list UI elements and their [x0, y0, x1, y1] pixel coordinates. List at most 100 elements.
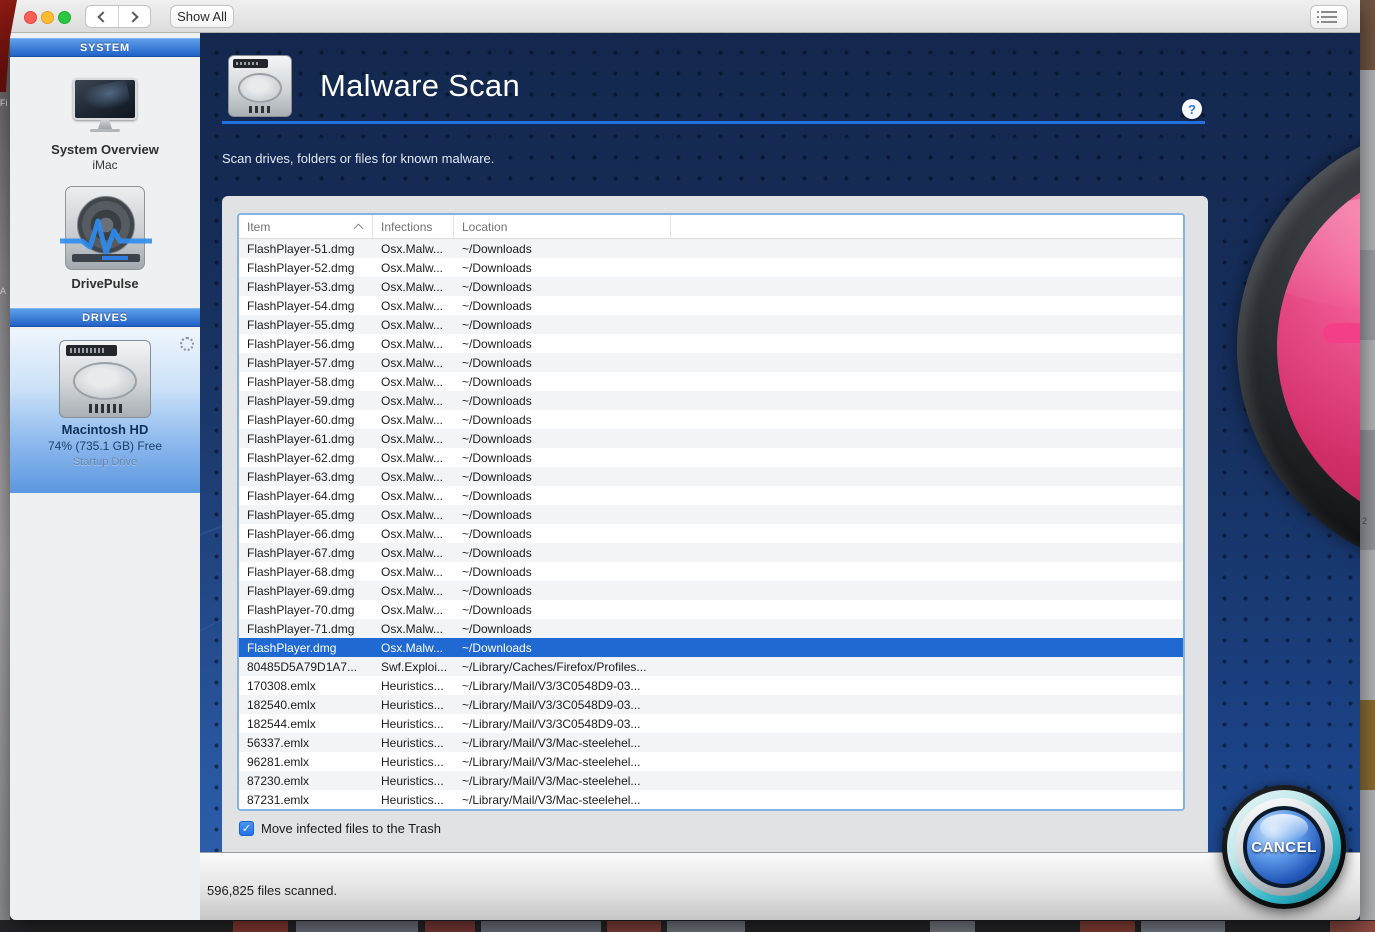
cell-location: ~/Downloads — [454, 489, 671, 503]
cell-location: ~/Downloads — [454, 470, 671, 484]
table-row[interactable]: FlashPlayer-61.dmg Osx.Malw... ~/Downloa… — [239, 429, 1183, 448]
table-row[interactable]: FlashPlayer-54.dmg Osx.Malw... ~/Downloa… — [239, 296, 1183, 315]
cell-infections: Osx.Malw... — [373, 603, 454, 617]
table-row[interactable]: FlashPlayer-62.dmg Osx.Malw... ~/Downloa… — [239, 448, 1183, 467]
sidebar-item-macintosh-hd[interactable]: Macintosh HD 74% (735.1 GB) Free Startup… — [10, 330, 200, 493]
cell-item: FlashPlayer-62.dmg — [239, 451, 373, 465]
cancel-button[interactable]: CANCEL — [1222, 785, 1346, 909]
cell-infections: Osx.Malw... — [373, 413, 454, 427]
column-label: Item — [247, 220, 270, 234]
column-header-location[interactable]: Location — [454, 215, 671, 238]
desktop-thumbnail — [1141, 921, 1225, 932]
desktop-thumbnail — [607, 921, 661, 932]
table-row[interactable]: FlashPlayer-60.dmg Osx.Malw... ~/Downloa… — [239, 410, 1183, 429]
column-header-infections[interactable]: Infections — [373, 215, 454, 238]
desktop-thumbnail — [1360, 0, 1375, 70]
drive-role: Startup Drive — [73, 456, 137, 468]
nav-segmented-control — [85, 5, 151, 28]
table-row[interactable]: 87231.emlx Heuristics... ~/Library/Mail/… — [239, 790, 1183, 809]
orb-crosshair-bar — [1323, 323, 1360, 343]
desktop-thumbnail — [930, 921, 975, 932]
cell-item: 80485D5A79D1A7... — [239, 660, 373, 674]
checkbox-checked[interactable]: ✓ — [239, 821, 254, 836]
table-row[interactable]: FlashPlayer-71.dmg Osx.Malw... ~/Downloa… — [239, 619, 1183, 638]
table-row[interactable]: 170308.emlx Heuristics... ~/Library/Mail… — [239, 676, 1183, 695]
table-body: FlashPlayer-51.dmg Osx.Malw... ~/Downloa… — [239, 239, 1183, 809]
list-view-button[interactable] — [1310, 5, 1348, 29]
table-row[interactable]: 56337.emlx Heuristics... ~/Library/Mail/… — [239, 733, 1183, 752]
page-subtitle: Scan drives, folders or files for known … — [222, 151, 494, 166]
app-window: Show All SYSTEM System Overview iMac — [10, 0, 1360, 920]
cell-infections: Osx.Malw... — [373, 546, 454, 560]
sidebar-item-drivepulse[interactable]: DrivePulse — [10, 172, 200, 291]
cell-location: ~/Library/Mail/V3/Mac-steelehel... — [454, 755, 671, 769]
sidebar-item-label: DrivePulse — [71, 276, 138, 291]
cell-location: ~/Downloads — [454, 565, 671, 579]
column-label: Infections — [381, 220, 432, 234]
cell-location: ~/Downloads — [454, 318, 671, 332]
cell-location: ~/Downloads — [454, 299, 671, 313]
table-row[interactable]: FlashPlayer-68.dmg Osx.Malw... ~/Downloa… — [239, 562, 1183, 581]
desktop-thumbnail — [667, 921, 745, 932]
cell-location: ~/Downloads — [454, 356, 671, 370]
cell-item: 96281.emlx — [239, 755, 373, 769]
table-row[interactable]: 182544.emlx Heuristics... ~/Library/Mail… — [239, 714, 1183, 733]
table-row[interactable]: FlashPlayer-66.dmg Osx.Malw... ~/Downloa… — [239, 524, 1183, 543]
table-row[interactable]: FlashPlayer-69.dmg Osx.Malw... ~/Downloa… — [239, 581, 1183, 600]
table-row[interactable]: FlashPlayer-58.dmg Osx.Malw... ~/Downloa… — [239, 372, 1183, 391]
table-row[interactable]: 182540.emlx Heuristics... ~/Library/Mail… — [239, 695, 1183, 714]
cell-item: FlashPlayer-65.dmg — [239, 508, 373, 522]
show-all-button[interactable]: Show All — [170, 5, 234, 28]
cell-location: ~/Library/Mail/V3/Mac-steelehel... — [454, 774, 671, 788]
table-row[interactable]: 80485D5A79D1A7... Swf.Exploi... ~/Librar… — [239, 657, 1183, 676]
cell-item: FlashPlayer-57.dmg — [239, 356, 373, 370]
cell-infections: Osx.Malw... — [373, 261, 454, 275]
cell-item: FlashPlayer-68.dmg — [239, 565, 373, 579]
table-row[interactable]: FlashPlayer-63.dmg Osx.Malw... ~/Downloa… — [239, 467, 1183, 486]
table-row[interactable]: FlashPlayer-53.dmg Osx.Malw... ~/Downloa… — [239, 277, 1183, 296]
cell-infections: Heuristics... — [373, 774, 454, 788]
cell-location: ~/Downloads — [454, 641, 671, 655]
back-button[interactable] — [86, 6, 118, 27]
table-row[interactable]: FlashPlayer-56.dmg Osx.Malw... ~/Downloa… — [239, 334, 1183, 353]
cell-location: ~/Library/Mail/V3/Mac-steelehel... — [454, 793, 671, 807]
table-row[interactable]: FlashPlayer.dmg Osx.Malw... ~/Downloads — [239, 638, 1183, 657]
cell-location: ~/Downloads — [454, 432, 671, 446]
table-row[interactable]: FlashPlayer-59.dmg Osx.Malw... ~/Downloa… — [239, 391, 1183, 410]
table-row[interactable]: FlashPlayer-65.dmg Osx.Malw... ~/Downloa… — [239, 505, 1183, 524]
cell-location: ~/Downloads — [454, 508, 671, 522]
cell-location: ~/Downloads — [454, 413, 671, 427]
cell-infections: Osx.Malw... — [373, 299, 454, 313]
table-row[interactable]: FlashPlayer-57.dmg Osx.Malw... ~/Downloa… — [239, 353, 1183, 372]
desktop-text-fragment: 2 — [1362, 516, 1367, 526]
orb-core — [1277, 162, 1360, 532]
help-button[interactable]: ? — [1182, 99, 1202, 119]
cell-infections: Osx.Malw... — [373, 242, 454, 256]
cell-location: ~/Library/Caches/Firefox/Profiles... — [454, 660, 671, 674]
column-header-item[interactable]: Item — [239, 215, 373, 238]
desktop-thumbnail — [296, 921, 418, 932]
table-row[interactable]: FlashPlayer-55.dmg Osx.Malw... ~/Downloa… — [239, 315, 1183, 334]
close-button[interactable] — [24, 11, 37, 24]
sidebar: SYSTEM System Overview iMac — [10, 33, 200, 920]
table-row[interactable]: FlashPlayer-67.dmg Osx.Malw... ~/Downloa… — [239, 543, 1183, 562]
cell-item: FlashPlayer-59.dmg — [239, 394, 373, 408]
cell-infections: Heuristics... — [373, 679, 454, 693]
cell-location: ~/Downloads — [454, 375, 671, 389]
cell-item: FlashPlayer-60.dmg — [239, 413, 373, 427]
sidebar-item-system-overview[interactable]: System Overview iMac — [10, 57, 200, 172]
table-row[interactable]: FlashPlayer-52.dmg Osx.Malw... ~/Downloa… — [239, 258, 1183, 277]
table-row[interactable]: FlashPlayer-51.dmg Osx.Malw... ~/Downloa… — [239, 239, 1183, 258]
cell-location: ~/Downloads — [454, 261, 671, 275]
table-row[interactable]: FlashPlayer-70.dmg Osx.Malw... ~/Downloa… — [239, 600, 1183, 619]
forward-button[interactable] — [118, 6, 151, 27]
table-row[interactable]: 87230.emlx Heuristics... ~/Library/Mail/… — [239, 771, 1183, 790]
cell-location: ~/Library/Mail/V3/Mac-steelehel... — [454, 736, 671, 750]
minimize-button[interactable] — [41, 11, 54, 24]
cell-item: FlashPlayer-63.dmg — [239, 470, 373, 484]
cell-infections: Osx.Malw... — [373, 280, 454, 294]
table-row[interactable]: 96281.emlx Heuristics... ~/Library/Mail/… — [239, 752, 1183, 771]
table-row[interactable]: FlashPlayer-64.dmg Osx.Malw... ~/Downloa… — [239, 486, 1183, 505]
drivepulse-icon — [65, 186, 145, 270]
zoom-button[interactable] — [58, 11, 71, 24]
